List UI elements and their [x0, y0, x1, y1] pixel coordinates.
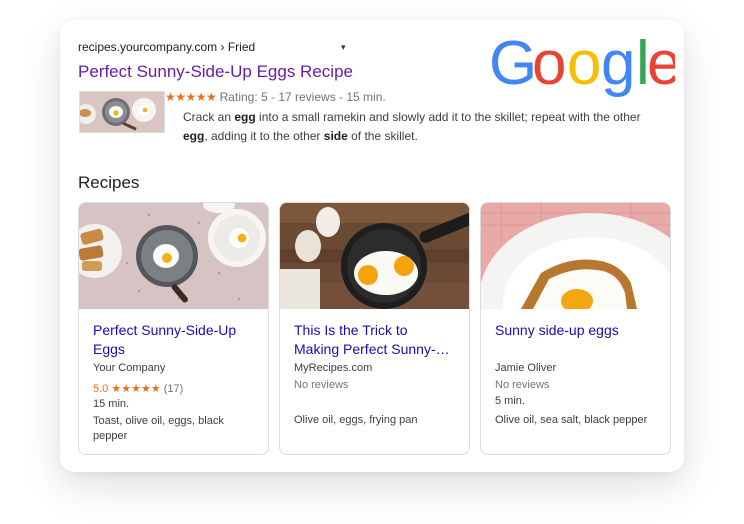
- google-logo-letter: G: [489, 34, 537, 98]
- snippet-segment: , adding it to the other: [204, 129, 324, 143]
- breadcrumb[interactable]: recipes.yourcompany.com › Fried: [78, 40, 255, 54]
- result-rating: ★★★★★ Rating: 5 - 17 reviews - 15 min.: [165, 90, 386, 104]
- result-snippet: Crack an egg into a small ramekin and sl…: [183, 108, 653, 146]
- recipe-time-1: 15 min.: [93, 398, 130, 410]
- result-title-link[interactable]: Perfect Sunny-Side-Up Eggs Recipe: [78, 62, 353, 82]
- recipe-source-1: Your Company: [93, 362, 166, 374]
- recipe-ingredients-3: Olive oil, sea salt, black pepper: [495, 414, 648, 426]
- google-logo: Google: [489, 29, 681, 98]
- rating-text: Rating: 5 - 17 reviews - 15 min.: [219, 90, 386, 104]
- rating-stars-icon: ★★★★★: [165, 90, 217, 104]
- thumbnail-image: [80, 92, 164, 132]
- recipe-card-3[interactable]: Sunny side-up eggs Jamie Oliver No revie…: [480, 202, 671, 455]
- recipe-photo-2: [280, 203, 469, 309]
- search-result-card: Google recipes.yourcompany.com › Fried ▾…: [60, 20, 684, 472]
- recipe-ingredients-1: Toast, olive oil, eggs, black pepper: [93, 415, 224, 442]
- recipe-title-3[interactable]: Sunny side-up eggs: [495, 321, 661, 340]
- snippet-segment: side: [323, 129, 348, 143]
- recipe-source-3: Jamie Oliver: [495, 362, 557, 374]
- recipe-reviews-2: No reviews: [294, 379, 349, 391]
- snippet-segment: egg: [234, 110, 256, 124]
- recipe-card-1[interactable]: Perfect Sunny-Side-Up Eggs Your Company …: [78, 202, 269, 455]
- recipe-title-1-line1[interactable]: Perfect Sunny-Side-Up: [93, 321, 259, 340]
- recipe-rating-1: 5.0 ★★★★★ (17): [93, 382, 183, 395]
- recipe-photo-3: [481, 203, 670, 309]
- recipe-source-2: MyRecipes.com: [294, 362, 373, 374]
- recipe-ingredients-2: Olive oil, eggs, frying pan: [294, 414, 418, 426]
- result-thumbnail[interactable]: [79, 91, 165, 133]
- recipe-rating-value-1: 5.0: [93, 383, 109, 395]
- recipe-time-3: 5 min.: [495, 395, 525, 407]
- recipe-title-2-line2[interactable]: Making Perfect Sunny-…: [294, 340, 460, 359]
- recipe-title-1-line2[interactable]: Eggs: [93, 340, 259, 359]
- google-logo-letter: o: [567, 34, 601, 98]
- snippet-segment: Crack an: [183, 110, 235, 124]
- recipe-photo-1: [79, 203, 268, 309]
- google-logo-letter: e: [647, 34, 675, 98]
- more-options-icon[interactable]: ▾: [341, 42, 346, 53]
- google-logo-letter: o: [532, 34, 566, 98]
- snippet-segment: into a small ramekin and slowly add it t…: [255, 110, 641, 124]
- recipes-heading: Recipes: [78, 173, 140, 192]
- recipe-stars-icon-1: ★★★★★: [111, 383, 161, 395]
- google-logo-letter: g: [601, 34, 635, 98]
- recipe-title-1[interactable]: Perfect Sunny-Side-Up Eggs: [93, 321, 259, 359]
- recipe-reviews-3: No reviews: [495, 379, 550, 391]
- recipe-card-2[interactable]: This Is the Trick to Making Perfect Sunn…: [279, 202, 470, 455]
- recipe-review-count-1: (17): [163, 383, 184, 395]
- recipe-title-2[interactable]: This Is the Trick to Making Perfect Sunn…: [294, 321, 460, 359]
- google-logo-wordmark: Go o g le: [489, 29, 681, 98]
- recipe-title-3-line1[interactable]: Sunny side-up eggs: [495, 321, 661, 340]
- snippet-segment: of the skillet.: [347, 129, 418, 143]
- snippet-segment: egg: [183, 129, 205, 143]
- recipe-title-2-line1[interactable]: This Is the Trick to: [294, 321, 460, 340]
